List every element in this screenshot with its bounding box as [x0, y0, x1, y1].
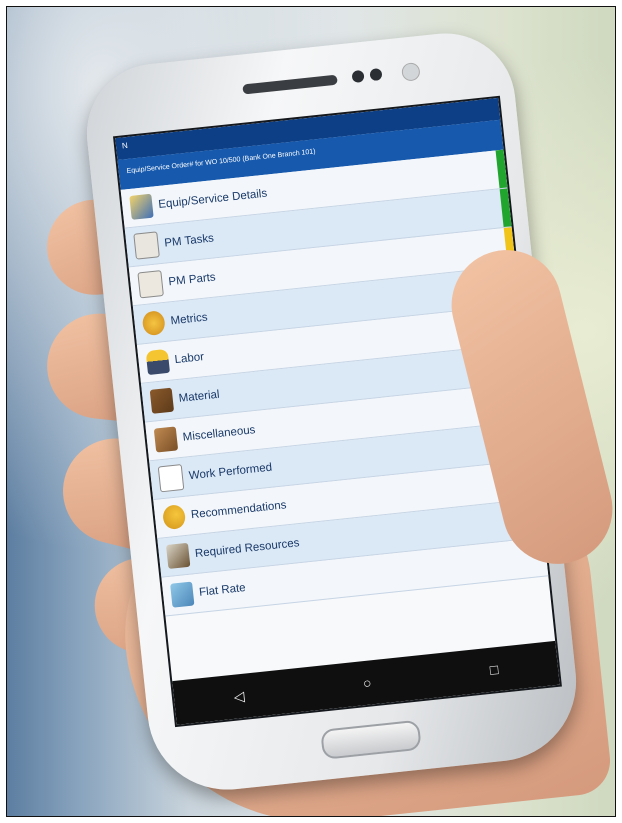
flat-rate-icon [170, 581, 195, 608]
equipment-icon [129, 193, 154, 220]
photo-frame: N Equip/Service Order# for WO 10/500 (Ba… [6, 6, 616, 817]
material-box-icon [149, 387, 175, 414]
back-icon[interactable]: ◁ [233, 687, 245, 705]
menu-item-label: Recommendations [190, 499, 288, 522]
home-icon[interactable]: ○ [362, 674, 372, 691]
recents-icon[interactable]: □ [489, 661, 499, 678]
menu-item-label: PM Tasks [163, 232, 215, 250]
status-indicator [499, 188, 512, 228]
box-icon [153, 426, 179, 453]
front-camera-icon [400, 62, 421, 82]
resources-icon [166, 542, 191, 569]
android-nav-bar: ◁ ○ □ [172, 640, 560, 725]
app-status-icon: N [121, 140, 129, 151]
checklist-icon [133, 231, 160, 260]
hardware-home-button[interactable] [320, 719, 422, 760]
menu-item-label: Flat Rate [198, 582, 247, 599]
menu-item-label: Material [178, 388, 221, 405]
menu-item-label: Labor [174, 351, 205, 367]
menu-item-label: PM Parts [167, 271, 217, 289]
document-icon [157, 464, 185, 493]
gauge-icon [141, 310, 166, 337]
worker-icon [145, 348, 171, 376]
menu-item-label: Equip/Service Details [157, 187, 268, 211]
parts-list-icon [137, 270, 164, 299]
status-indicator [495, 149, 508, 189]
menu-item-label: Work Performed [188, 461, 273, 483]
sensor-icon [351, 69, 365, 84]
menu-item-label: Required Resources [194, 537, 300, 561]
menu-item-label: Metrics [170, 311, 209, 328]
menu-item-label: Miscellaneous [182, 424, 256, 444]
sensor-icon [369, 67, 383, 82]
recommendation-icon [161, 503, 187, 531]
speaker-grille [242, 74, 338, 95]
